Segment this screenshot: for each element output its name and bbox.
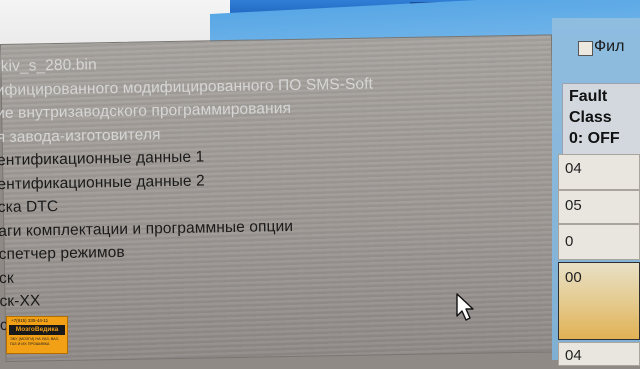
logo-subtitle: ЭБУ (МОЗГИ) НА УАЗ, ВАЗ, ГАЗ И ИХ ПРОШИВ… bbox=[10, 337, 60, 346]
fault-header-line: Fault bbox=[569, 88, 608, 105]
logo-name: МозгоВедика bbox=[9, 325, 65, 335]
arrow-cursor-icon bbox=[456, 293, 474, 321]
watermark-logo: +7(915) 335-44-11 МозгоВедика ЭБУ (МОЗГИ… bbox=[6, 316, 68, 354]
fault-header-line: Class bbox=[569, 109, 612, 126]
logo-phone: +7(915) 335-44-11 bbox=[11, 318, 49, 323]
fault-class-cell[interactable]: 04 bbox=[558, 154, 640, 190]
fault-class-cell[interactable]: 05 bbox=[558, 190, 640, 224]
fault-class-cell-selected[interactable]: 00 bbox=[558, 262, 640, 340]
fault-class-column-header[interactable]: Fault Class 0: OFF bbox=[562, 83, 640, 155]
fault-class-cell[interactable]: 04 bbox=[558, 342, 640, 366]
fault-class-cell[interactable]: 0 bbox=[558, 224, 640, 260]
fault-header-line: 0: OFF bbox=[569, 130, 620, 147]
checkbox-icon[interactable] bbox=[578, 41, 593, 56]
filter-label: Фил bbox=[594, 38, 625, 55]
